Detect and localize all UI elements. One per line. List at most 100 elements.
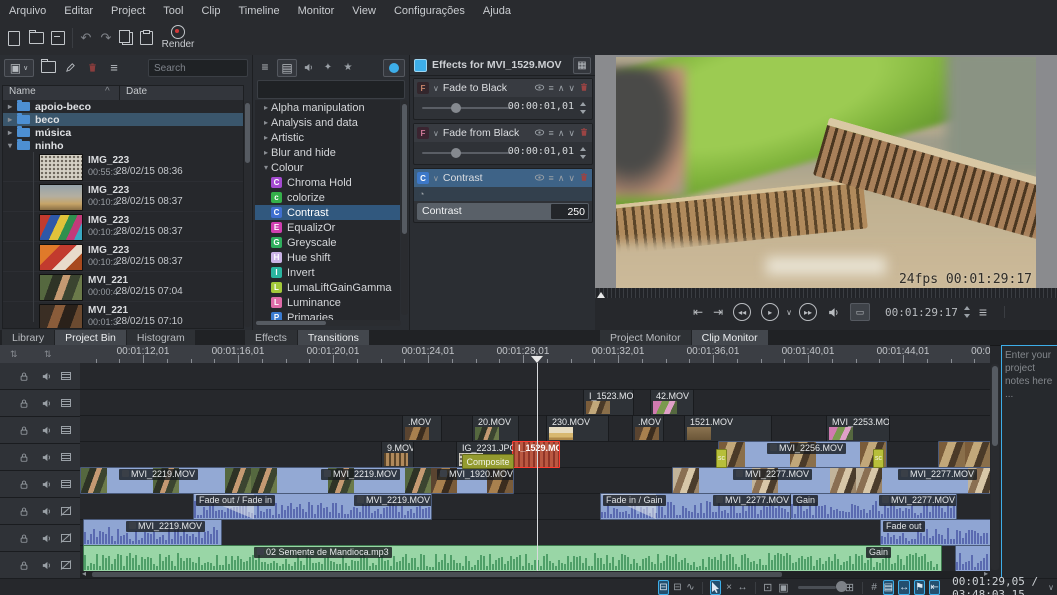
mute-icon[interactable] [40,559,52,571]
move-up-icon[interactable]: ∧ [558,83,565,94]
slider-handle[interactable] [451,103,461,113]
effects-search-input[interactable] [257,80,405,99]
effect-category[interactable]: ▸Alpha manipulation [255,100,400,115]
lock-icon[interactable] [18,397,30,409]
effect-info-button[interactable] [383,59,405,77]
tab-histogram[interactable]: Histogram [127,330,195,345]
delete-clip-icon[interactable] [84,59,100,75]
track-config-icon[interactable]: ⇅ [10,349,18,360]
zoom-slider[interactable] [798,586,836,589]
open-folder-icon[interactable] [28,30,44,46]
menu-item-timeline[interactable]: Timeline [229,5,288,17]
timeline-track-6[interactable]: MVI_2219.MOVFade out / Fade in MVI_2277.M… [80,493,990,520]
timeline-clip[interactable]: MVI_2277.MOVGain [790,493,957,520]
spacer-tool-button[interactable]: ↔ [738,581,748,594]
menu-item-tool[interactable]: Tool [154,5,192,17]
video-track-icon[interactable] [60,370,72,382]
menu-item-configurações[interactable]: Configurações [385,5,474,17]
fade-slider[interactable] [422,152,512,154]
timeline-clip[interactable]: 20.MOV [472,415,519,442]
automatic-transition-toggle[interactable]: ⊟ [658,580,669,595]
menu-item-monitor[interactable]: Monitor [289,5,344,17]
tab-project-bin[interactable]: Project Bin [55,330,126,345]
timeline-clip[interactable]: MVI_1920.MOV [430,467,514,494]
effect-block-fade-to-black[interactable]: F∨Fade to Black≡∧∨00:00:01,01 [413,78,593,120]
tab-transitions[interactable]: Transitions [298,330,369,345]
mute-icon[interactable] [40,397,52,409]
timeline-clip[interactable]: MVI_2219.MOV [80,467,252,494]
timeline-track-5[interactable]: MVI_2219.MOVMVI_2219.MOVMVI_1920.MOVMVI_… [80,467,990,494]
zoom-fit-icon[interactable]: ⊡ [763,581,772,594]
effect-header[interactable]: F∨Fade from Black≡∧∨ [414,124,592,142]
timeline-track-4[interactable]: 9.MOVIG_2231.JPGI_1529.MOVMVI_2256.MOVCo… [80,441,990,468]
video-effects-icon[interactable]: ▤ [277,59,297,77]
mute-icon[interactable] [40,424,52,436]
timeline-clip[interactable]: Fade out [880,519,990,546]
bin-folder-ninho[interactable]: ▾ninho [3,139,243,152]
timecode-spinner[interactable] [963,306,971,318]
effect-item[interactable]: EEqualizOr [255,220,400,235]
effect-item[interactable]: IInvert [255,265,400,280]
move-down-icon[interactable]: ∨ [568,83,575,94]
paste-icon[interactable] [138,30,154,46]
timeline-clip[interactable]: MVI_2219.MOV [250,467,432,494]
timeline-clip[interactable]: I_1523.MOV [583,389,634,416]
timeline-clip[interactable] [938,441,990,468]
audio-thumbnails-toggle[interactable]: ↔ [898,580,910,595]
show-effect-icon[interactable] [534,83,545,94]
column-name[interactable]: Name [3,86,105,101]
effect-category[interactable]: ▸Artistic [255,130,400,145]
timeline-clip[interactable]: MVI_2256.MOV [718,441,887,468]
snap-toggle[interactable]: ⇤ [929,580,940,595]
lock-icon[interactable] [18,478,30,490]
timeline-clip[interactable]: MVI_2253.MOV [826,415,890,442]
keyframe-icon[interactable]: ◔ [419,189,424,199]
delete-effect-icon[interactable] [579,172,589,184]
audio-track-icon[interactable] [60,532,72,544]
audio-track-icon[interactable] [60,505,72,517]
lock-icon[interactable] [18,559,30,571]
fade-slider[interactable] [422,107,512,109]
undo-icon[interactable]: ↶ [78,30,94,46]
video-track-icon[interactable] [60,397,72,409]
menu-item-arquivo[interactable]: Arquivo [0,5,55,17]
bin-folder-apoio-beco[interactable]: ▸apoio-beco [3,100,243,113]
tab-effects[interactable]: Effects [245,330,297,345]
effect-item[interactable]: CChroma Hold [255,175,400,190]
bin-folder-beco[interactable]: ▸beco [3,113,243,126]
timeline-clip[interactable]: 42.MOV [650,389,694,416]
monitor-audio-icon[interactable] [827,306,840,319]
timeline-clip[interactable]: 230.MOV [546,415,609,442]
effect-menu-icon[interactable]: ≡ [549,128,554,138]
bin-clip-row[interactable]: IMG_22300:10:228/02/15 08:37 [3,242,243,272]
move-down-icon[interactable]: ∨ [568,128,575,139]
column-date[interactable]: Date [119,86,243,101]
menu-item-view[interactable]: View [343,5,385,17]
timeline-track-3[interactable]: .MOV20.MOV230.MOV.MOV1521.MOVMVI_2253.MO… [80,415,990,442]
transition-composite[interactable]: Composite [462,454,514,469]
timeline-clip[interactable]: MVI_2219.MOVFade out / Fade in [193,493,432,520]
tab-project-monitor[interactable]: Project Monitor [600,330,691,345]
effect-item[interactable]: CContrast [255,205,400,220]
move-down-icon[interactable]: ∨ [568,173,575,184]
tab-clip-monitor[interactable]: Clip Monitor [692,330,768,345]
move-up-icon[interactable]: ∧ [558,128,565,139]
bin-clip-row[interactable]: MVI_22100:01:328/02/15 07:10 [3,302,243,329]
mute-icon[interactable] [40,478,52,490]
menu-item-clip[interactable]: Clip [192,5,229,17]
effect-header[interactable]: C∨Contrast≡∧∨ [414,169,592,187]
timeline-clip[interactable]: .MOV [402,415,442,442]
timeline-clip[interactable]: I_1529.MOV [512,441,560,468]
effect-item[interactable]: GGreyscale [255,235,400,250]
video-track-icon[interactable] [60,424,72,436]
effect-menu-icon[interactable]: ≡ [549,83,554,93]
monitor-timecode[interactable]: 00:01:29:17 [885,306,958,319]
render-button[interactable]: Render [160,25,196,53]
bin-clip-row[interactable]: IMG_22300:10:228/02/15 08:37 [3,182,243,212]
lock-icon[interactable] [18,424,30,436]
timeline-track-8[interactable]: 02 Semente de Mandioca.mp3Gain [80,545,990,571]
project-notes[interactable]: Enter your project notes here ... [1001,345,1057,579]
effect-category[interactable]: ▾Colour [255,160,400,175]
effect-item[interactable]: ccolorize [255,190,400,205]
audio-effects-icon[interactable] [301,59,315,75]
